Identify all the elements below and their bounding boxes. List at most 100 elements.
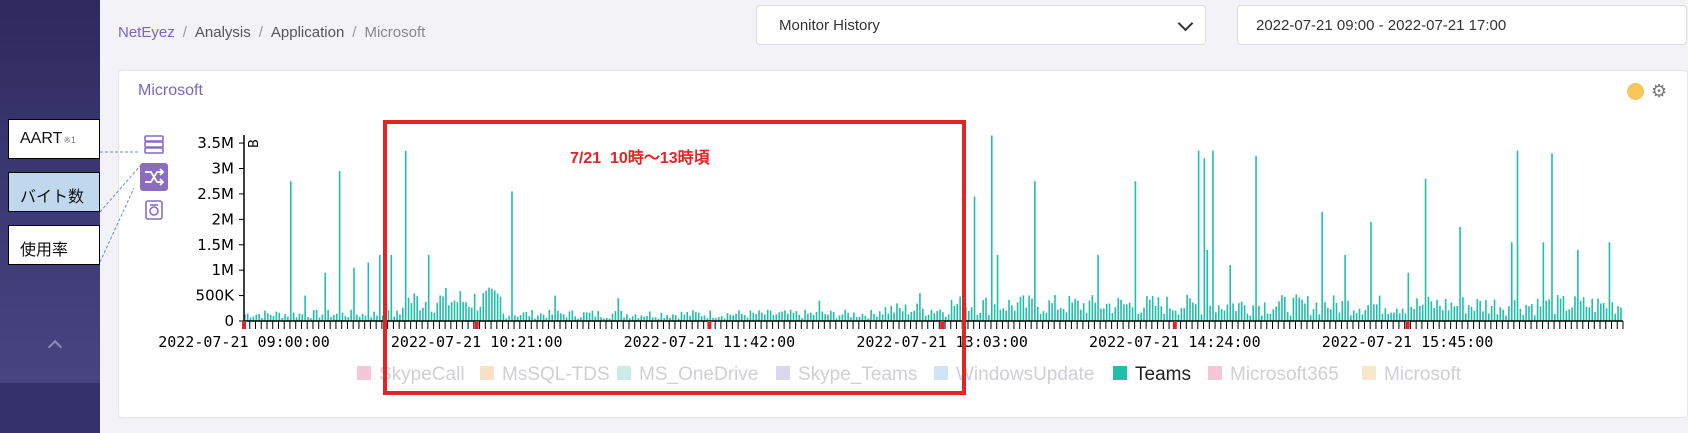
bar: [1298, 297, 1300, 321]
bar: [376, 315, 378, 321]
bar: [1206, 249, 1209, 321]
bar: [996, 254, 999, 321]
bar: [1059, 308, 1062, 321]
bar: [1533, 315, 1536, 321]
bar: [1321, 211, 1323, 321]
bar: [1588, 307, 1591, 321]
bar: [1482, 311, 1484, 321]
bar: [1163, 313, 1165, 321]
bar: [1249, 315, 1252, 321]
bar: [1479, 300, 1481, 321]
bar: [1100, 308, 1102, 321]
bar: [1080, 309, 1082, 321]
bar: [973, 196, 976, 321]
bar: [1577, 249, 1579, 321]
bar: [264, 310, 266, 321]
bar: [1582, 297, 1585, 321]
bar: [1531, 303, 1533, 321]
bar: [335, 313, 338, 321]
bar: [1602, 303, 1605, 321]
bar: [1134, 181, 1137, 321]
bar: [1433, 308, 1435, 321]
bar: [1450, 302, 1453, 321]
bar: [1085, 312, 1088, 321]
bar: [1039, 313, 1042, 321]
bar: [1054, 295, 1056, 321]
bar: [1350, 315, 1352, 321]
legend-label: Microsoft365: [1230, 364, 1339, 385]
bar: [1189, 298, 1191, 321]
y-tick-label: 1M: [212, 261, 235, 279]
bar: [1332, 295, 1335, 321]
bar: [1125, 304, 1128, 321]
bar: [1108, 303, 1111, 321]
legend-swatch: [357, 366, 371, 380]
bar: [1131, 307, 1134, 321]
legend-swatch: [1208, 366, 1222, 380]
bar: [1212, 150, 1214, 321]
bar: [1105, 303, 1108, 321]
bar: [1194, 304, 1197, 321]
bar: [301, 314, 304, 321]
bar: [1505, 315, 1507, 321]
bar: [1327, 307, 1329, 321]
bar: [275, 311, 278, 321]
legend-item[interactable]: Teams: [1113, 364, 1191, 385]
bar: [1427, 296, 1430, 321]
legend-item[interactable]: Microsoft365: [1208, 364, 1339, 385]
bar: [1620, 307, 1622, 321]
bar: [1082, 303, 1085, 321]
bar: [327, 309, 329, 321]
bar: [1536, 298, 1539, 321]
bar: [1490, 305, 1493, 321]
bar: [1177, 314, 1180, 321]
legend-item[interactable]: Microsoft: [1362, 364, 1462, 385]
bar: [1057, 309, 1059, 321]
bar: [1473, 310, 1476, 321]
bar: [1148, 299, 1151, 321]
bar: [1243, 305, 1246, 321]
bar: [1016, 302, 1019, 321]
bar: [1011, 305, 1013, 321]
bar: [284, 314, 286, 321]
bar: [1571, 307, 1573, 321]
bar: [1258, 305, 1260, 321]
annotation-text: 7/21 10時～13時頃: [570, 150, 710, 167]
bar: [1413, 308, 1415, 321]
bar: [1324, 302, 1326, 321]
bar: [1470, 306, 1473, 321]
bar: [1496, 314, 1499, 321]
bar: [1166, 296, 1168, 321]
bar: [1525, 305, 1527, 321]
bar: [979, 312, 982, 321]
bar: [255, 314, 258, 321]
bar: [1444, 298, 1447, 321]
bar: [1404, 313, 1407, 321]
bar: [1235, 311, 1237, 321]
bar: [289, 181, 292, 321]
bar: [1439, 305, 1441, 321]
bar: [1209, 305, 1211, 321]
connector-line: [99, 187, 135, 263]
bar: [1128, 302, 1131, 321]
bar: [1309, 315, 1312, 321]
bar: [258, 314, 260, 321]
bar: [1146, 295, 1148, 321]
bar: [1261, 315, 1263, 321]
bar: [990, 135, 993, 321]
x-tick-label: 2022-07-21 09:00:00: [158, 333, 330, 351]
bar: [1370, 221, 1372, 321]
bar: [1467, 305, 1470, 321]
bar: [1034, 181, 1036, 321]
bar: [1367, 305, 1369, 321]
bar: [1008, 300, 1010, 321]
bar: [1519, 308, 1522, 321]
y-tick-label: 2.5M: [197, 185, 234, 203]
bar: [1364, 310, 1367, 321]
bar: [1312, 309, 1315, 321]
bar: [1375, 304, 1378, 321]
bar: [1232, 303, 1234, 321]
bar: [1579, 300, 1582, 321]
bar: [1111, 313, 1114, 321]
bar: [1401, 308, 1404, 321]
